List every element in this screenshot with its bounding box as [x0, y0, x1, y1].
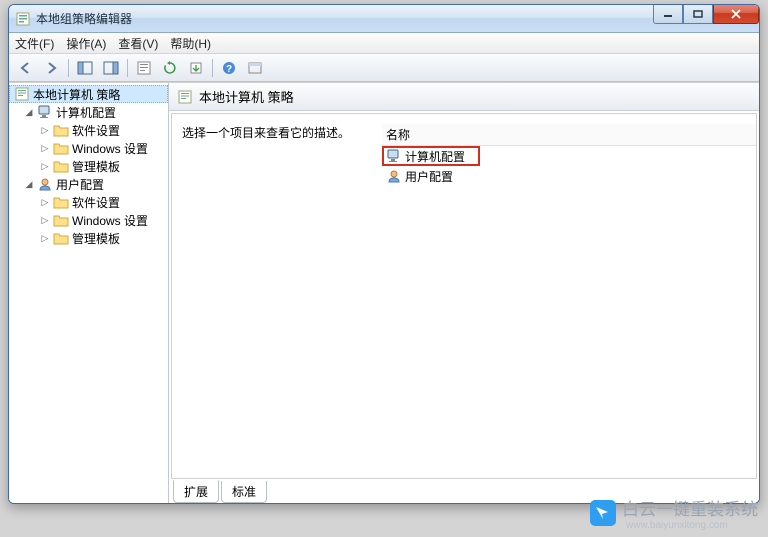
- details-body: 选择一个项目来查看它的描述。 名称 计算机配置: [171, 113, 757, 479]
- watermark-text: 白云一键重装系统: [622, 495, 758, 520]
- tree-windows-settings-user[interactable]: ▷ Windows 设置: [9, 211, 168, 229]
- tree-label: 管理模板: [72, 230, 120, 247]
- folder-icon: [53, 212, 69, 228]
- expand-icon[interactable]: ▷: [39, 124, 51, 136]
- collapse-icon[interactable]: ◢: [23, 178, 35, 190]
- expand-icon[interactable]: ▷: [39, 142, 51, 154]
- policy-icon: [14, 86, 30, 102]
- tree-windows-settings[interactable]: ▷ Windows 设置: [9, 139, 168, 157]
- folder-icon: [53, 158, 69, 174]
- app-icon: [15, 11, 31, 27]
- tree-label: Windows 设置: [72, 140, 148, 157]
- watermark: 白云一键重装系统 www.baiyunxitong.com: [590, 495, 758, 531]
- toolbar: ?: [9, 54, 759, 82]
- list-item-user-config[interactable]: 用户配置: [382, 166, 756, 186]
- list-column: 名称 计算机配置 用户配置: [382, 124, 756, 478]
- expand-icon[interactable]: ▷: [39, 196, 51, 208]
- svg-text:?: ?: [226, 64, 232, 75]
- list-item-label: 用户配置: [405, 168, 453, 185]
- user-icon: [386, 168, 402, 184]
- toolbar-separator: [68, 59, 69, 77]
- computer-icon: [386, 148, 402, 164]
- details-header: 本地计算机 策略: [169, 83, 759, 111]
- details-panel: 本地计算机 策略 选择一个项目来查看它的描述。 名称 计算机配置: [169, 83, 759, 503]
- minimize-button[interactable]: [653, 4, 683, 24]
- details-split: 选择一个项目来查看它的描述。 名称 计算机配置: [172, 114, 756, 478]
- tree-admin-templates[interactable]: ▷ 管理模板: [9, 157, 168, 175]
- tab-extended[interactable]: 扩展: [173, 480, 219, 503]
- policy-icon: [177, 89, 193, 105]
- menu-bar: 文件(F) 操作(A) 查看(V) 帮助(H): [9, 33, 759, 54]
- folder-icon: [53, 194, 69, 210]
- filter-button[interactable]: [243, 57, 267, 79]
- tree-root-label: 本地计算机 策略: [33, 86, 120, 103]
- show-hide-tree-button[interactable]: [73, 57, 97, 79]
- details-title: 本地计算机 策略: [199, 87, 294, 106]
- back-button[interactable]: [14, 57, 38, 79]
- toolbar-separator: [212, 59, 213, 77]
- description-prompt: 选择一个项目来查看它的描述。: [182, 124, 372, 141]
- forward-button[interactable]: [40, 57, 64, 79]
- watermark-logo: [590, 500, 616, 526]
- show-hide-action-button[interactable]: [99, 57, 123, 79]
- list-item-label: 计算机配置: [405, 148, 465, 165]
- tree-label: 计算机配置: [56, 104, 116, 121]
- tree-software-settings[interactable]: ▷ 软件设置: [9, 121, 168, 139]
- column-header-name[interactable]: 名称: [382, 124, 756, 146]
- watermark-url: www.baiyunxitong.com: [626, 520, 758, 531]
- title-bar[interactable]: 本地组策略编辑器: [9, 5, 759, 33]
- window-title: 本地组策略编辑器: [36, 10, 132, 27]
- expand-icon[interactable]: ▷: [39, 214, 51, 226]
- folder-icon: [53, 122, 69, 138]
- tab-standard[interactable]: 标准: [221, 481, 267, 503]
- tree-software-settings-user[interactable]: ▷ 软件设置: [9, 193, 168, 211]
- menu-view[interactable]: 查看(V): [118, 35, 158, 52]
- close-button[interactable]: [713, 4, 759, 24]
- list-item-computer-config[interactable]: 计算机配置: [382, 146, 480, 166]
- window-controls: [653, 4, 759, 24]
- user-icon: [37, 176, 53, 192]
- tree-label: 软件设置: [72, 194, 120, 211]
- tree-admin-templates-user[interactable]: ▷ 管理模板: [9, 229, 168, 247]
- export-button[interactable]: [184, 57, 208, 79]
- tree-panel: 本地计算机 策略 ◢ 计算机配置 ▷ 软件设置 ▷: [9, 83, 169, 503]
- tree-user-config[interactable]: ◢ 用户配置: [9, 175, 168, 193]
- help-button[interactable]: ?: [217, 57, 241, 79]
- computer-icon: [37, 104, 53, 120]
- expand-icon[interactable]: ▷: [39, 160, 51, 172]
- tree-root[interactable]: 本地计算机 策略: [9, 85, 168, 103]
- maximize-button[interactable]: [683, 4, 713, 24]
- folder-icon: [53, 140, 69, 156]
- app-window: 本地组策略编辑器 文件(F) 操作(A) 查看(V) 帮助(H): [8, 4, 760, 504]
- refresh-button[interactable]: [158, 57, 182, 79]
- tree-label: Windows 设置: [72, 212, 148, 229]
- menu-action[interactable]: 操作(A): [66, 35, 106, 52]
- collapse-icon[interactable]: ◢: [23, 106, 35, 118]
- menu-file[interactable]: 文件(F): [15, 35, 54, 52]
- description-column: 选择一个项目来查看它的描述。: [182, 124, 382, 478]
- expand-icon[interactable]: ▷: [39, 232, 51, 244]
- tree-label: 管理模板: [72, 158, 120, 175]
- tree-label: 用户配置: [56, 176, 104, 193]
- properties-button[interactable]: [132, 57, 156, 79]
- tree-label: 软件设置: [72, 122, 120, 139]
- folder-icon: [53, 230, 69, 246]
- tree-computer-config[interactable]: ◢ 计算机配置: [9, 103, 168, 121]
- menu-help[interactable]: 帮助(H): [170, 35, 211, 52]
- toolbar-separator: [127, 59, 128, 77]
- content-area: 本地计算机 策略 ◢ 计算机配置 ▷ 软件设置 ▷: [9, 82, 759, 503]
